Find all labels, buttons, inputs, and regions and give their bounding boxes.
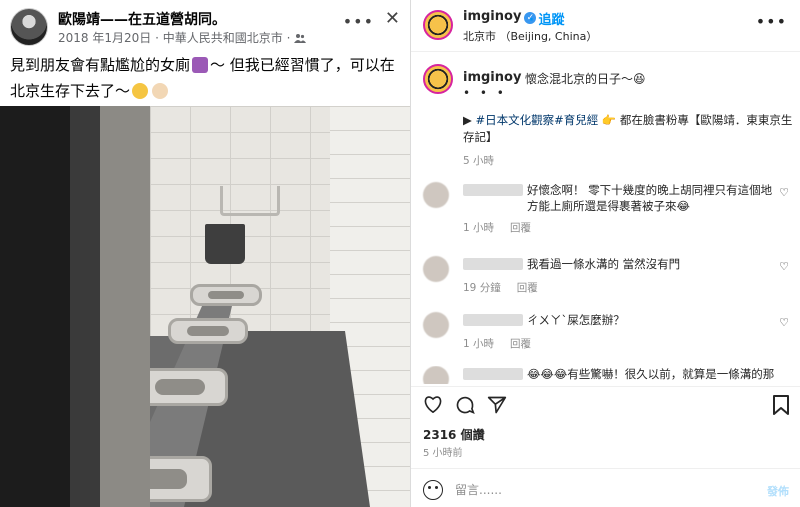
photo-door bbox=[0, 106, 150, 507]
fb-meta-separator: · bbox=[286, 31, 295, 45]
add-comment-bar: 發佈 bbox=[411, 468, 800, 507]
fb-post-text: 見到朋友會有點尷尬的女廁 ～ 但我已經習慣了，可以在 北京生存下去了～ bbox=[10, 52, 402, 104]
comment-icon[interactable] bbox=[455, 395, 475, 415]
comment-time: 1 小時 bbox=[463, 222, 495, 234]
fb-post-header: 歐陽靖——在五道營胡同。 2018 年1月20日 · 中華人民共和國北京市 · … bbox=[10, 6, 400, 46]
photo-handrail bbox=[220, 186, 280, 216]
heart-icon[interactable]: ♡ bbox=[779, 260, 789, 273]
post-comment-button[interactable]: 發佈 bbox=[767, 483, 789, 499]
comment-meta: 1 小時 回覆 bbox=[463, 220, 547, 235]
ig-caption-time: 5 小時 bbox=[463, 155, 495, 167]
ig-username-text[interactable]: imginoy bbox=[463, 9, 521, 24]
fb-text-line2: 北京生存下去了～ bbox=[10, 82, 131, 100]
instagram-post: imginoy ✓ · 追蹤 北京市 （Beijing, China） ••• i… bbox=[410, 0, 800, 507]
share-icon[interactable] bbox=[487, 395, 507, 415]
heart-icon[interactable] bbox=[423, 395, 443, 413]
comment-username-redacted[interactable] bbox=[463, 184, 523, 196]
comment-avatar[interactable] bbox=[423, 312, 449, 338]
ig-username[interactable]: imginoy ✓ bbox=[463, 9, 537, 24]
hashtag-link[interactable]: #日本文化觀察 bbox=[476, 113, 555, 127]
heart-icon[interactable]: ♡ bbox=[779, 316, 789, 329]
more-icon[interactable]: ••• bbox=[756, 12, 787, 31]
fb-post-date[interactable]: 2018 年1月20日 bbox=[58, 31, 151, 45]
follow-button[interactable]: · 追蹤 bbox=[529, 9, 564, 28]
comment-avatar[interactable] bbox=[423, 366, 449, 384]
comment-username-redacted[interactable] bbox=[463, 368, 523, 380]
photo-bucket bbox=[205, 224, 245, 264]
more-icon[interactable]: ••• bbox=[343, 12, 374, 31]
comment-avatar[interactable] bbox=[423, 182, 449, 208]
close-icon[interactable]: ✕ bbox=[385, 8, 400, 29]
heart-icon[interactable]: ♡ bbox=[779, 186, 789, 199]
comment-item: 😂😂😂有些驚嚇！很久以前，就算是一條溝的那 bbox=[411, 366, 800, 384]
comment-avatar[interactable] bbox=[423, 256, 449, 282]
comment-text: 我看過一條水溝的 當然沒有門 bbox=[527, 257, 681, 271]
comment-item: ㄔㄨㄚˋ屎怎麼辦？ 1 小時 回覆 ♡ bbox=[411, 312, 800, 370]
ig-caption-text: 懷念混北京的日子～😆 bbox=[525, 72, 646, 86]
ig-author-avatar[interactable] bbox=[423, 10, 453, 40]
facebook-post: 歐陽靖——在五道營胡同。 2018 年1月20日 · 中華人民共和國北京市 · … bbox=[0, 0, 410, 507]
comment-item: 我看過一條水溝的 當然沒有門 19 分鐘 回覆 ♡ bbox=[411, 256, 800, 314]
follow-label[interactable]: 追蹤 bbox=[538, 13, 564, 28]
ig-caption-tags: ▶ #日本文化觀察#育兒經 👉 都在臉書粉專【歐陽靖．東東京生存記】 bbox=[463, 112, 793, 146]
reply-link[interactable]: 回覆 bbox=[510, 338, 531, 350]
people-icon bbox=[294, 34, 307, 43]
photo-squat-toilet bbox=[168, 318, 248, 344]
hashtag-link[interactable]: #育兒經 bbox=[554, 113, 598, 127]
ig-location[interactable]: 北京市 （Beijing, China） bbox=[463, 28, 597, 44]
fb-author-name[interactable]: 歐陽靖——在五道營胡同。 bbox=[58, 9, 226, 29]
restroom-emoji-icon bbox=[192, 57, 209, 73]
emoji-icon[interactable] bbox=[423, 480, 443, 500]
fb-author-avatar[interactable] bbox=[10, 8, 48, 46]
ok-hand-emoji-icon bbox=[152, 83, 169, 99]
post-time[interactable]: 5 小時前 bbox=[423, 444, 463, 459]
like-count[interactable]: 2316 個讚 bbox=[423, 426, 485, 443]
fb-post-location[interactable]: 中華人民共和國北京市 bbox=[163, 31, 283, 45]
bookmark-icon[interactable] bbox=[773, 395, 789, 415]
comment-input[interactable] bbox=[455, 481, 735, 499]
comment-meta: 19 分鐘 回覆 bbox=[463, 280, 554, 295]
comment-text: 😂😂😂有些驚嚇！很久以前，就算是一條溝的那 bbox=[527, 367, 775, 381]
fb-meta-separator: · bbox=[155, 31, 163, 45]
comment-time: 1 小時 bbox=[463, 338, 495, 350]
ig-action-bar bbox=[411, 386, 800, 420]
fb-post-meta: 2018 年1月20日 · 中華人民共和國北京市 · bbox=[58, 29, 307, 46]
reply-link[interactable]: 回覆 bbox=[510, 222, 531, 234]
fb-post-photo[interactable] bbox=[0, 106, 410, 507]
ig-post-header: imginoy ✓ · 追蹤 北京市 （Beijing, China） ••• bbox=[411, 0, 800, 52]
comment-text: ㄔㄨㄚˋ屎怎麼辦？ bbox=[527, 313, 625, 327]
photo-squat-toilet bbox=[190, 284, 262, 306]
comment-item: 好懷念啊！ 零下十幾度的晚上胡同裡只有這個地方能上廁所還是得裹著被子來😂 1 小… bbox=[411, 182, 800, 240]
comment-time: 19 分鐘 bbox=[463, 282, 501, 294]
laughing-emoji-icon bbox=[132, 83, 149, 99]
tags-prefix: ▶ bbox=[463, 113, 476, 127]
ig-caption-username[interactable]: imginoy bbox=[463, 70, 521, 85]
comment-meta: 1 小時 回覆 bbox=[463, 336, 547, 351]
ig-caption-avatar[interactable] bbox=[423, 64, 453, 94]
reply-link[interactable]: 回覆 bbox=[517, 282, 538, 294]
fb-text-line1: 見到朋友會有點尷尬的女廁 bbox=[10, 56, 191, 74]
ig-caption-dots: • • • bbox=[463, 86, 507, 100]
comment-text: 好懷念啊！ 零下十幾度的晚上胡同裡只有這個地方能上廁所還是得裹著被子來😂 bbox=[527, 183, 773, 213]
fb-text-line1-after: ～ 但我已經習慣了，可以在 bbox=[210, 56, 395, 74]
comment-username-redacted[interactable] bbox=[463, 314, 523, 326]
comment-username-redacted[interactable] bbox=[463, 258, 523, 270]
